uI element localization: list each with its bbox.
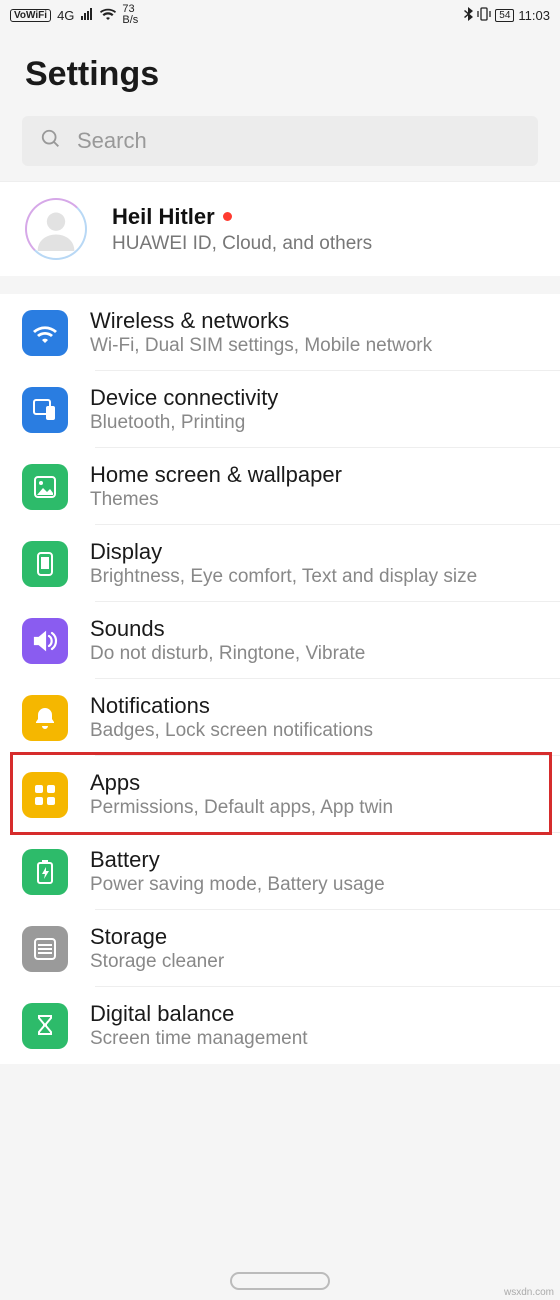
settings-list: Wireless & networks Wi-Fi, Dual SIM sett… <box>0 294 560 1064</box>
item-sub: Do not disturb, Ringtone, Vibrate <box>90 643 365 665</box>
item-sub: Bluetooth, Printing <box>90 412 278 434</box>
search-input[interactable]: Search <box>22 116 538 166</box>
search-icon <box>40 128 62 155</box>
item-sub: Themes <box>90 489 342 511</box>
sound-icon <box>22 618 68 664</box>
account-row[interactable]: Heil Hitler HUAWEI ID, Cloud, and others <box>0 181 560 276</box>
settings-item-device-connectivity[interactable]: Device connectivity Bluetooth, Printing <box>0 371 560 448</box>
settings-item-apps[interactable]: Apps Permissions, Default apps, App twin <box>0 756 560 833</box>
item-label: Battery <box>90 847 385 873</box>
display-icon <box>22 541 68 587</box>
settings-item-display[interactable]: Display Brightness, Eye comfort, Text an… <box>0 525 560 602</box>
settings-item-notifications[interactable]: Notifications Badges, Lock screen notifi… <box>0 679 560 756</box>
page-title: Settings <box>25 55 535 94</box>
wallpaper-icon <box>22 464 68 510</box>
account-sub: HUAWEI ID, Cloud, and others <box>112 233 372 255</box>
item-label: Notifications <box>90 693 373 719</box>
settings-item-wireless-networks[interactable]: Wireless & networks Wi-Fi, Dual SIM sett… <box>0 294 560 371</box>
settings-item-storage[interactable]: Storage Storage cleaner <box>0 910 560 987</box>
battery-icon <box>22 849 68 895</box>
bell-icon <box>22 695 68 741</box>
settings-item-sounds[interactable]: Sounds Do not disturb, Ringtone, Vibrate <box>0 602 560 679</box>
wifi-icon <box>22 310 68 356</box>
gesture-pill[interactable] <box>230 1272 330 1290</box>
search-placeholder: Search <box>77 128 147 154</box>
settings-item-home-screen-wallpaper[interactable]: Home screen & wallpaper Themes <box>0 448 560 525</box>
item-label: Wireless & networks <box>90 308 432 334</box>
item-sub: Screen time management <box>90 1028 308 1050</box>
wifi-status-icon <box>100 8 116 23</box>
watermark: wsxdn.com <box>504 1287 554 1298</box>
settings-item-digital-balance[interactable]: Digital balance Screen time management <box>0 987 560 1064</box>
vibrate-icon <box>477 7 491 24</box>
item-sub: Brightness, Eye comfort, Text and displa… <box>90 566 477 588</box>
clock: 11:03 <box>518 8 550 23</box>
devices-icon <box>22 387 68 433</box>
account-name: Heil Hitler <box>112 204 372 230</box>
item-label: Digital balance <box>90 1001 308 1027</box>
item-label: Device connectivity <box>90 385 278 411</box>
item-label: Storage <box>90 924 224 950</box>
page-header: Settings <box>0 30 560 116</box>
battery-indicator: 54 <box>495 9 514 22</box>
item-sub: Storage cleaner <box>90 951 224 973</box>
bluetooth-icon <box>463 7 473 24</box>
network-label: 4G <box>57 8 74 23</box>
item-label: Sounds <box>90 616 365 642</box>
apps-icon <box>22 772 68 818</box>
item-sub: Badges, Lock screen notifications <box>90 720 373 742</box>
hourglass-icon <box>22 1003 68 1049</box>
item-label: Home screen & wallpaper <box>90 462 342 488</box>
signal-icon <box>80 8 94 23</box>
notification-dot-icon <box>223 212 232 221</box>
item-sub: Wi-Fi, Dual SIM settings, Mobile network <box>90 335 432 357</box>
storage-icon <box>22 926 68 972</box>
settings-item-battery[interactable]: Battery Power saving mode, Battery usage <box>0 833 560 910</box>
data-speed: 73B/s <box>122 4 138 26</box>
status-bar: VoWiFi 4G 73B/s 54 11:03 <box>0 0 560 30</box>
item-label: Display <box>90 539 477 565</box>
avatar <box>25 198 87 260</box>
item-sub: Permissions, Default apps, App twin <box>90 797 393 819</box>
item-sub: Power saving mode, Battery usage <box>90 874 385 896</box>
item-label: Apps <box>90 770 393 796</box>
vowifi-badge: VoWiFi <box>10 9 51 22</box>
